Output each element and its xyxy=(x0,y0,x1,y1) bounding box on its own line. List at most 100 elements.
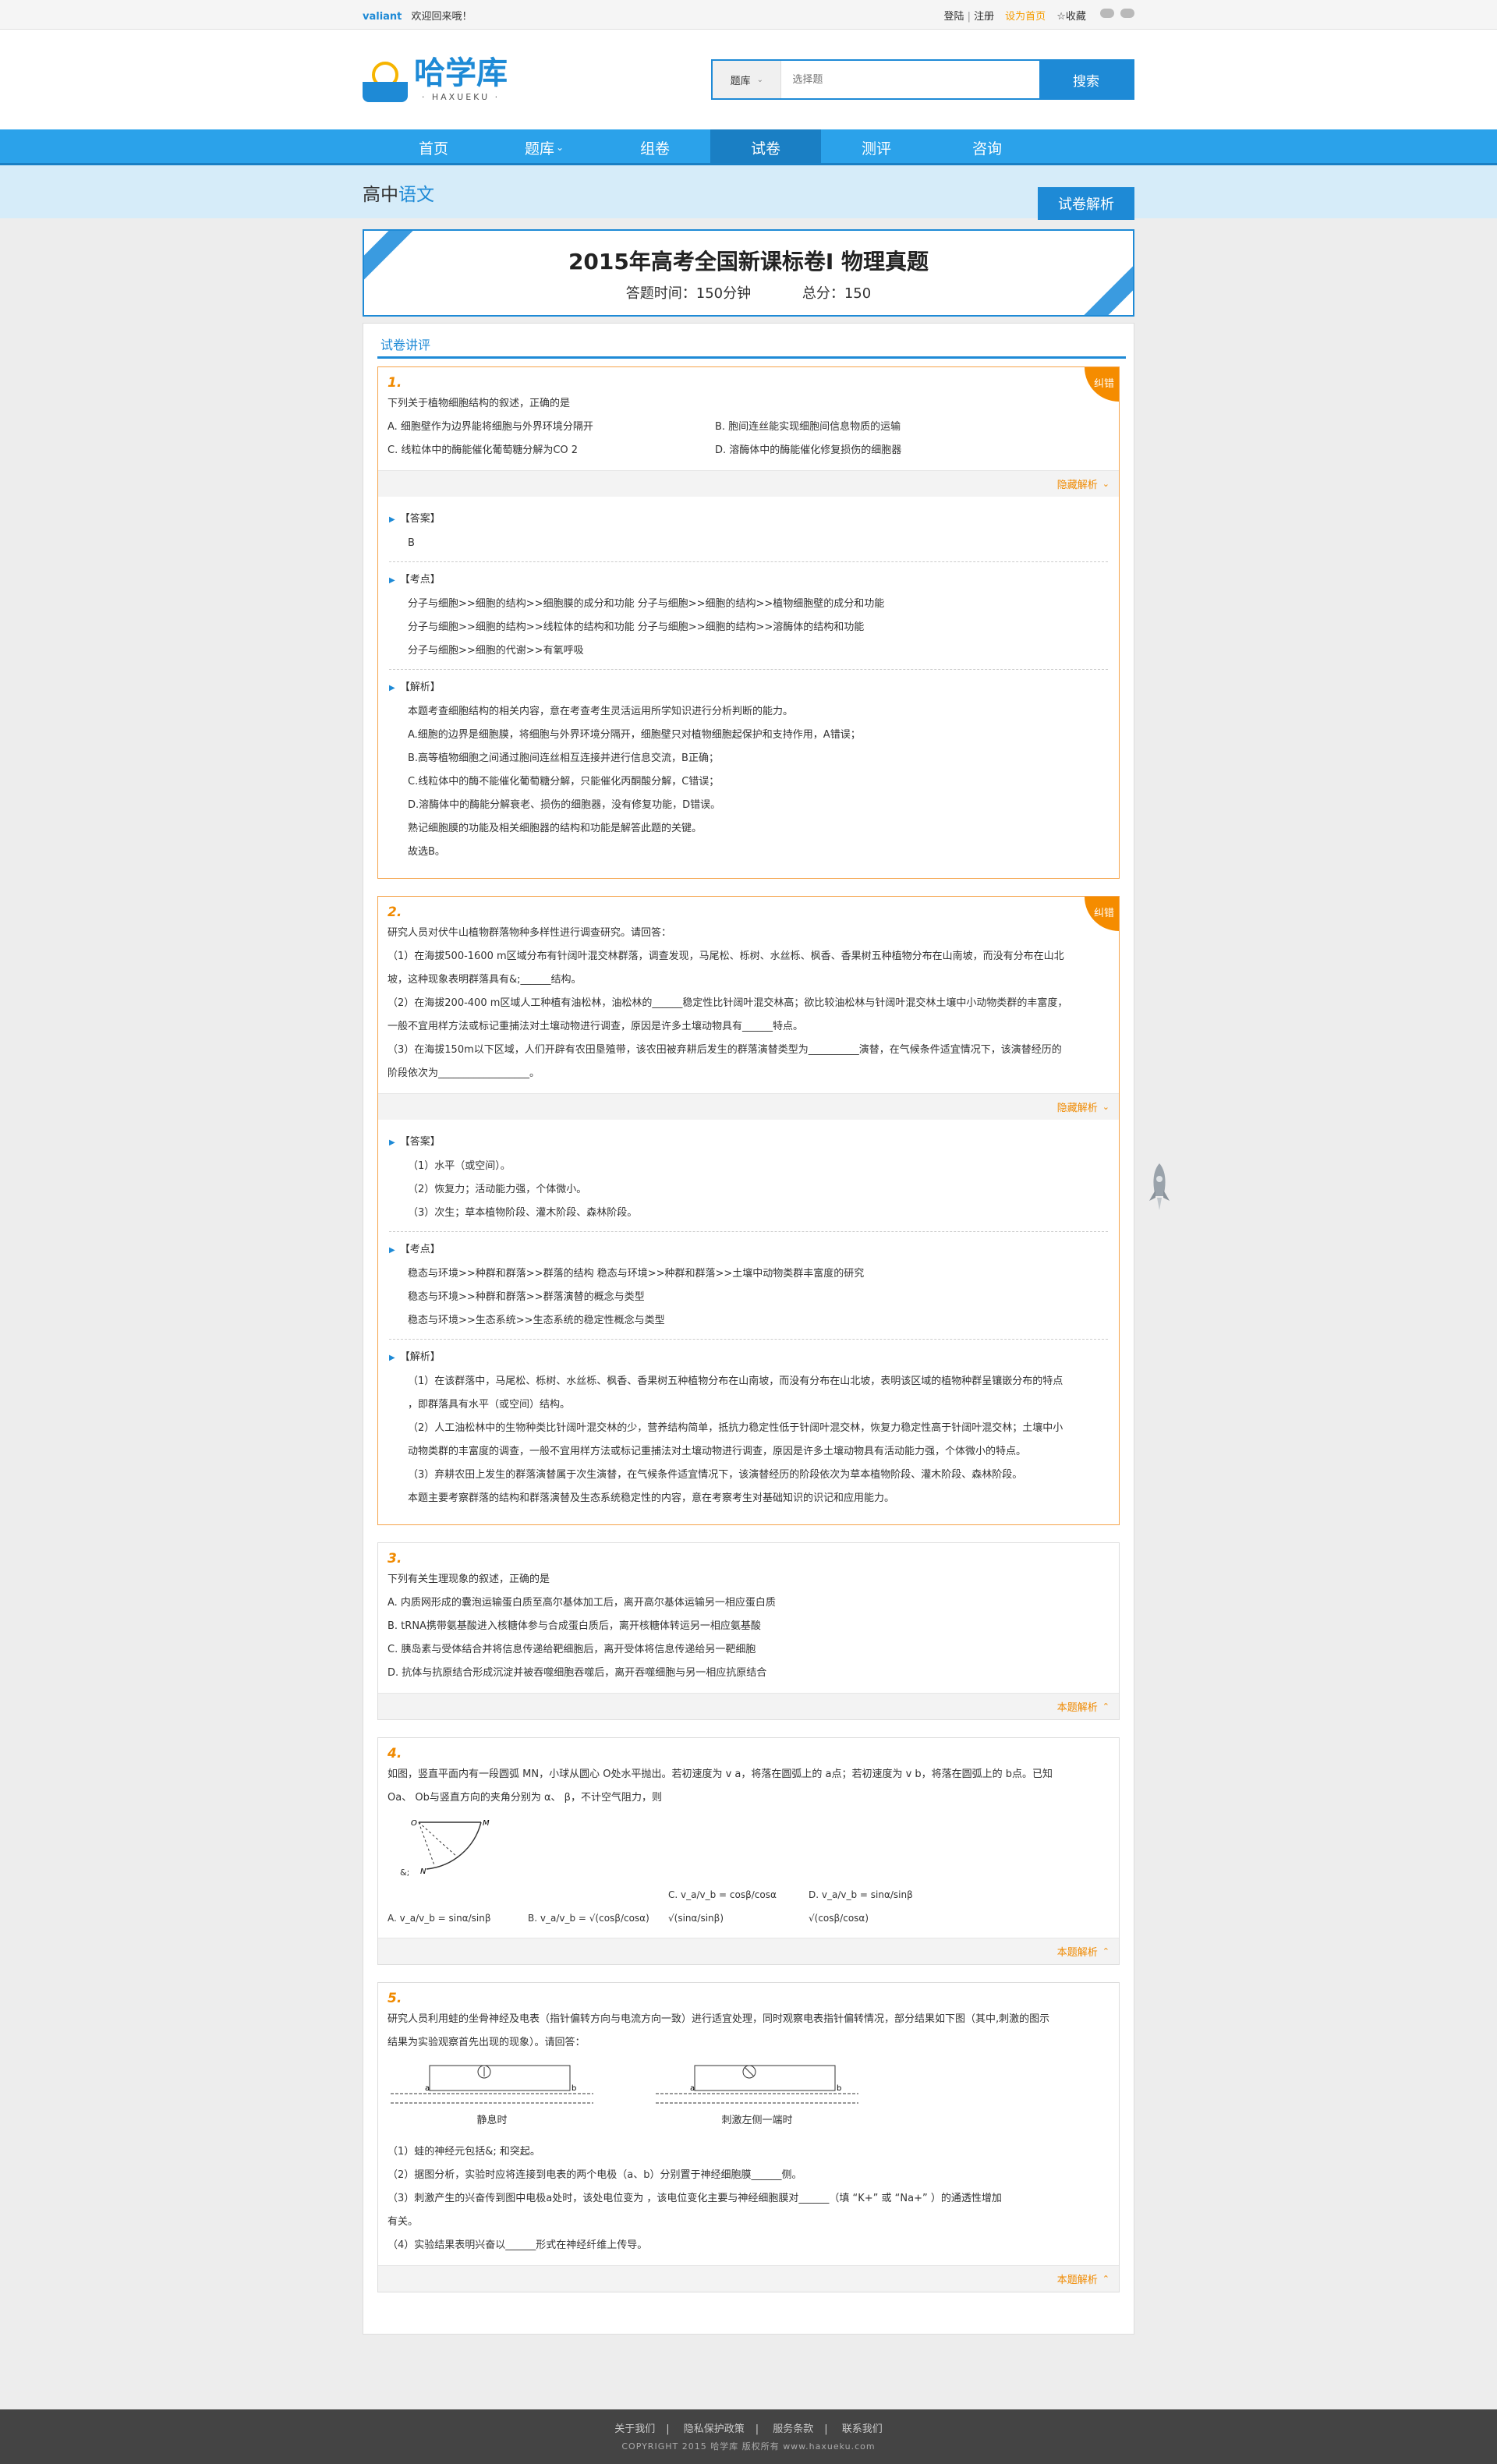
answer-text: （1）水平（或空间）。 xyxy=(408,1160,511,1172)
footer-link-about[interactable]: 关于我们 xyxy=(614,2423,655,2435)
explanation-line: （2）人工油松林中的生物种类比针阔叶混交林的少，营养结构简单，抵抗力稳定性低于针… xyxy=(408,1422,1063,1434)
divider: | xyxy=(967,10,971,23)
login-link[interactable]: 登陆 xyxy=(943,11,964,23)
svg-text:a: a xyxy=(425,2084,430,2093)
top-bar: valiant 欢迎回来哦！ 登陆 | 注册 设为首页 ☆收藏 xyxy=(0,0,1497,30)
option-a[interactable]: A. 内质网形成的囊泡运输蛋白质至高尔基体加工后，离开高尔基体运输另一相应蛋白质 xyxy=(388,1591,1109,1615)
nav-question-bank[interactable]: 题库 ⌄ xyxy=(489,129,600,165)
option-d[interactable]: D. 抗体与抗原结合形成沉淀并被吞噬细胞吞噬后，离开吞噬细胞与另一相应抗原结合 xyxy=(388,1662,1109,1685)
explanation-line: 熟记细胞膜的功能及相关细胞器的结构和功能是解答此题的关键。 xyxy=(408,823,702,834)
explanation-heading: 【解析】 xyxy=(389,676,1108,700)
question-number: 2. xyxy=(388,905,402,920)
explanation-block: 【解析】 （1）在该群落中，马尾松、栎树、水丝栎、枫香、香果树五种植物分布在山南… xyxy=(389,1340,1108,1517)
logo-title: 哈学库 xyxy=(414,55,508,91)
nav-home[interactable]: 首页 xyxy=(378,129,489,165)
toggle-analysis-label: 隐藏解析 xyxy=(1056,1103,1098,1114)
nav-papers[interactable]: 试卷 xyxy=(710,129,821,165)
figure-caption: 刺激左侧一端时 xyxy=(721,2115,793,2126)
analysis-panel: 【答案】 B 【考点】 分子与细胞>>细胞的结构>>细胞膜的成分和功能 分子与细… xyxy=(378,497,1119,878)
paper-header: 2015年高考全国新课标卷Ⅰ 物理真题 答题时间：150分钟 总分：150 xyxy=(363,229,1134,317)
register-link[interactable]: 注册 xyxy=(974,11,994,23)
option-a[interactable]: A. 细胞壁作为边界能将细胞与外界环境分隔开 xyxy=(388,416,715,439)
knowledge-line: 分子与细胞>>细胞的结构>>细胞膜的成分和功能 分子与细胞>>细胞的结构>>植物… xyxy=(408,598,885,610)
chevron-up-icon: ⌃ xyxy=(1102,1946,1109,1956)
top-links: 登陆 | 注册 设为首页 ☆收藏 xyxy=(943,8,1134,23)
toggle-analysis-bar[interactable]: 本题解析 ⌃ xyxy=(378,1938,1119,1964)
answer-heading: 【答案】 xyxy=(389,1131,1108,1155)
footer-link-contact[interactable]: 联系我们 xyxy=(842,2423,883,2435)
username[interactable]: valiant xyxy=(363,11,402,23)
site-logo[interactable]: 哈学库 · HAXUEKU · xyxy=(363,55,618,104)
question-card: 5. 研究人员利用蛙的坐骨神经及电表（指针偏转方向与电流方向一致）进行适宜处理，… xyxy=(377,1982,1120,2292)
analysis-panel: 【答案】 （1）水平（或空间）。 （2）恢复力；活动能力强，个体微小。 （3）次… xyxy=(378,1120,1119,1524)
explanation-block: 【解析】 本题考查细胞结构的相关内容，意在考查考生灵活运用所学知识进行分析判断的… xyxy=(389,670,1108,870)
footer-link-terms[interactable]: 服务条款 xyxy=(773,2423,813,2435)
section-title: 试卷讲评 xyxy=(377,335,1126,359)
question-number: 1. xyxy=(388,375,402,391)
knowledge-heading: 【考点】 xyxy=(389,568,1108,593)
nav-assessment[interactable]: 测评 xyxy=(821,129,932,165)
favorite-link[interactable]: ☆收藏 xyxy=(1056,8,1086,23)
option-b[interactable]: B. 胞间连丝能实现细胞间信息物质的运输 xyxy=(715,416,1042,439)
paper-score: 总分：150 xyxy=(802,285,872,302)
explanation-line: 本题考查细胞结构的相关内容，意在考查考生灵活运用所学知识进行分析判断的能力。 xyxy=(408,706,794,717)
explanation-line: 本题主要考察群落的结构和群落演替及生态系统稳定性的内容，意在考察考生对基础知识的… xyxy=(408,1492,895,1504)
site-footer: 关于我们 | 隐私保护政策 | 服务条款 | 联系我们 COPYRIGHT 2015 … xyxy=(0,2409,1497,2464)
weibo-icon[interactable] xyxy=(1099,9,1114,18)
question-card: 4. 如图，竖直平面内有一段圆弧 MN，小球从圆心 O处水平抛出。若初速度为 v… xyxy=(377,1737,1120,1965)
option-c[interactable]: C. 线粒体中的酶能催化葡萄糖分解为CO 2 xyxy=(388,439,715,462)
option-d[interactable]: D. v_a/v_b = sinα/sinβ √(cosβ/cosα) xyxy=(809,1883,949,1930)
question-line: 坡，这种现象表明群落具有&;______结构。 xyxy=(388,974,582,986)
favorite-label: 收藏 xyxy=(1065,10,1086,23)
question-number: 4. xyxy=(388,1746,402,1761)
svg-text:b: b xyxy=(572,2084,576,2093)
toggle-analysis-bar[interactable]: 本题解析 ⌃ xyxy=(378,2265,1119,2292)
knowledge-line: 稳态与环境>>生态系统>>生态系统的稳定性概念与类型 xyxy=(408,1315,665,1326)
paper-title: 2015年高考全国新课标卷Ⅰ 物理真题 xyxy=(568,249,929,274)
option-d[interactable]: D. 溶酶体中的酶能催化修复损伤的细胞器 xyxy=(715,439,1042,462)
option-a[interactable]: A. v_a/v_b = sinα/sinβ xyxy=(388,1906,528,1930)
question-line: 有关。 xyxy=(388,2216,419,2228)
set-home-link[interactable]: 设为首页 xyxy=(1005,8,1046,23)
subject-header: 高中语文 试卷解析 xyxy=(0,165,1497,220)
footer-link-privacy[interactable]: 隐私保护政策 xyxy=(684,2423,745,2435)
knowledge-point-block: 【考点】 稳态与环境>>种群和群落>>群落的结构 稳态与环境>>种群和群落>>土… xyxy=(389,1232,1108,1340)
answer-text: B xyxy=(408,537,415,549)
search-button[interactable]: 搜索 xyxy=(1039,61,1133,98)
answer-block: 【答案】 B xyxy=(389,501,1108,562)
option-b[interactable]: B. v_a/v_b = √(cosβ/cosα) xyxy=(528,1906,668,1930)
breadcrumb: 高中语文 xyxy=(363,179,434,206)
subject-label[interactable]: 语文 xyxy=(398,185,434,205)
options: A. 细胞壁作为边界能将细胞与外界环境分隔开 B. 胞间连丝能实现细胞间信息物质… xyxy=(388,416,1109,462)
nav-consult[interactable]: 咨询 xyxy=(932,129,1042,165)
back-to-top-rocket-icon[interactable] xyxy=(1148,1162,1171,1212)
search-category-select[interactable]: 题库 ⌄ xyxy=(713,61,782,98)
toggle-analysis-bar[interactable]: 隐藏解析 ⌄ xyxy=(378,470,1119,497)
svg-text:N: N xyxy=(420,1867,426,1876)
chevron-down-icon: ⌄ xyxy=(555,142,564,153)
grade-label: 高中 xyxy=(363,185,398,205)
knowledge-point-block: 【考点】 分子与细胞>>细胞的结构>>细胞膜的成分和功能 分子与细胞>>细胞的结… xyxy=(389,562,1108,670)
wechat-icon[interactable] xyxy=(1120,9,1134,18)
knowledge-line: 分子与细胞>>细胞的结构>>线粒体的结构和功能 分子与细胞>>细胞的结构>>溶酶… xyxy=(408,621,865,633)
question-line: （4）实验结果表明兴奋以______形式在神经纤维上传导。 xyxy=(388,2239,648,2251)
paper-header-wrap: 2015年高考全国新课标卷Ⅰ 物理真题 答题时间：150分钟 总分：150 xyxy=(363,229,1134,317)
arc-diagram: O M N &; xyxy=(400,1814,497,1878)
search-input[interactable] xyxy=(781,61,1039,98)
option-c[interactable]: C. 胰岛素与受体结合并将信息传递给靶细胞后，离开受体将信息传递给另一靶细胞 xyxy=(388,1638,1109,1662)
knowledge-line: 稳态与环境>>种群和群落>>群落演替的概念与类型 xyxy=(408,1291,645,1303)
paper-analysis-tab[interactable]: 试卷解析 xyxy=(1038,187,1134,220)
explanation-line: C.线粒体中的酶不能催化葡萄糖分解，只能催化丙酮酸分解，C错误； xyxy=(408,776,720,788)
footer-links: 关于我们 | 隐私保护政策 | 服务条款 | 联系我们 xyxy=(614,2423,883,2435)
nav-question-bank-label: 题库 xyxy=(524,140,554,158)
option-b[interactable]: B. tRNA携带氨基酸进入核糖体参与合成蛋白质后，离开核糖体转运另一相应氨基酸 xyxy=(388,1615,1109,1638)
answer-block: 【答案】 （1）水平（或空间）。 （2）恢复力；活动能力强，个体微小。 （3）次… xyxy=(389,1124,1108,1232)
question-stem: 下列有关生理现象的叙述，正确的是 xyxy=(388,1574,550,1585)
toggle-analysis-bar[interactable]: 隐藏解析 ⌄ xyxy=(378,1093,1119,1120)
explanation-line: （1）在该群落中，马尾松、栎树、水丝栎、枫香、香果树五种植物分布在山南坡，而没有… xyxy=(408,1375,1063,1387)
question-line: 一般不宜用样方法或标记重捕法对土壤动物进行调查，原因是许多土壤动物具有_____… xyxy=(388,1021,804,1032)
toggle-analysis-bar[interactable]: 本题解析 ⌃ xyxy=(378,1693,1119,1719)
question-line: 阶段依次为__________________。 xyxy=(388,1067,540,1079)
option-c[interactable]: C. v_a/v_b = cosβ/cosα √(sinα/sinβ) xyxy=(668,1883,809,1930)
nav-compose[interactable]: 组卷 xyxy=(600,129,710,165)
